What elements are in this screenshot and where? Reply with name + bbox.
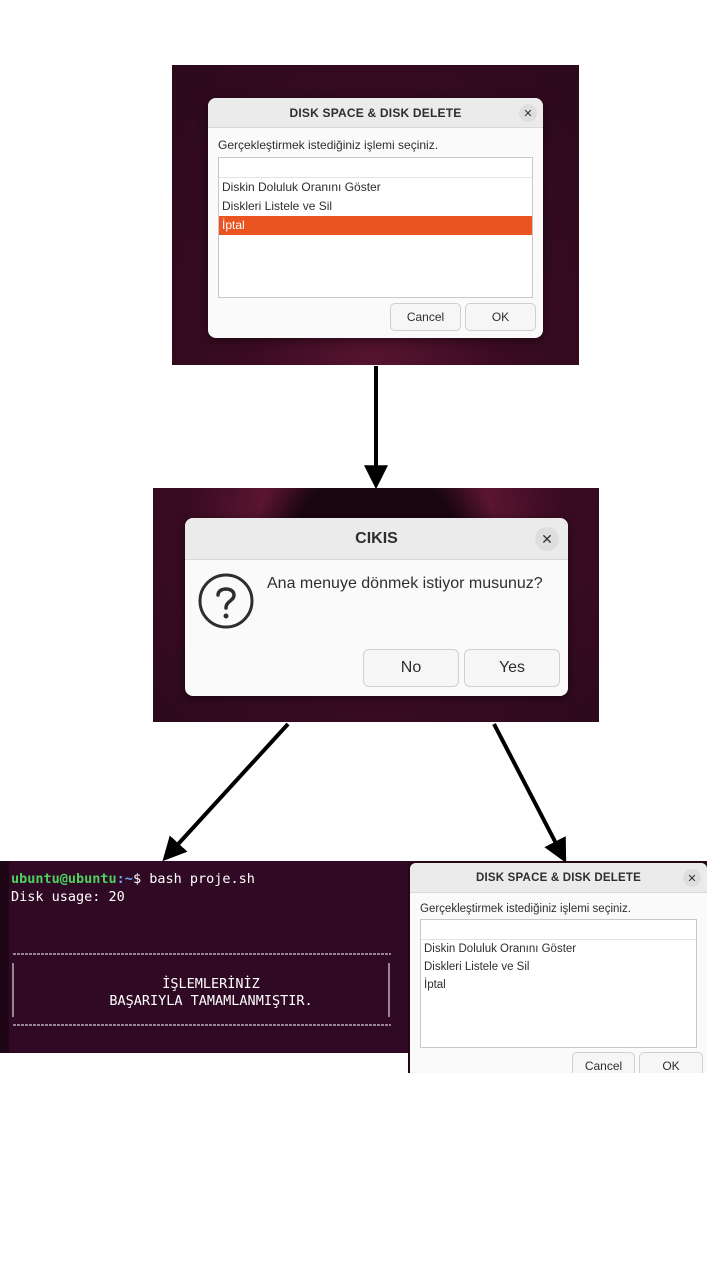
arrow-down-icon [492, 723, 567, 863]
arrow-down-icon [162, 722, 290, 862]
flow-arrows [162, 366, 567, 863]
